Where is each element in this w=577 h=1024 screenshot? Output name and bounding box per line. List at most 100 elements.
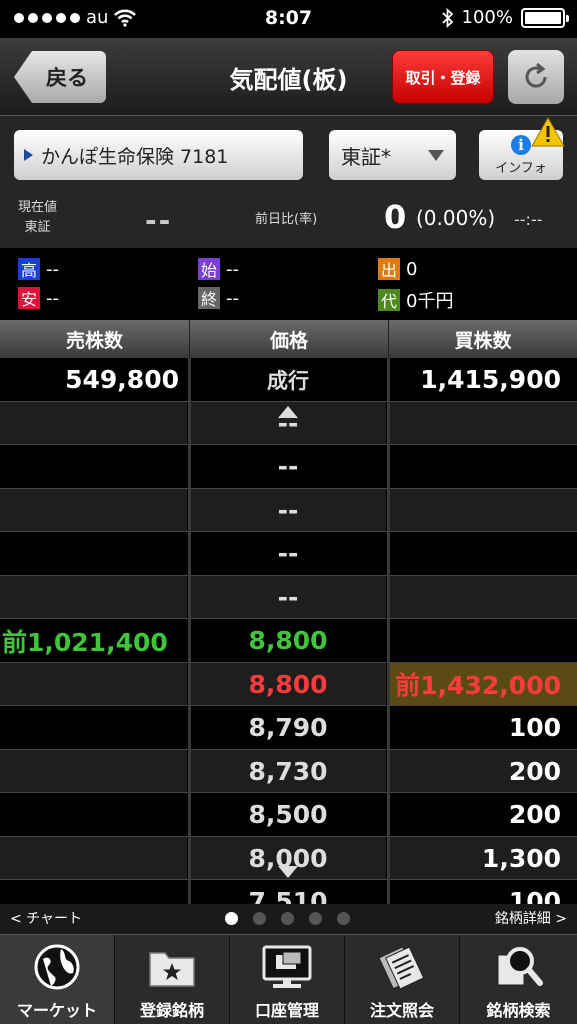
back-button[interactable]: 戻る [14, 51, 106, 103]
page-title: 気配値(板) [229, 66, 348, 94]
volume-item: 出 0 [378, 258, 417, 280]
turnover-value: 0千円 [406, 291, 454, 312]
close-value: -- [226, 287, 239, 309]
low-badge: 安 [18, 287, 40, 309]
price-cell[interactable]: -- [190, 532, 386, 575]
sell-qty-cell [0, 880, 187, 904]
stock-detail-page-link[interactable]: 銘柄詳細 > [495, 908, 567, 928]
star-folder-icon [146, 943, 198, 991]
info-icon: i [511, 134, 531, 155]
change-label: 前日比(率) [255, 212, 318, 227]
scroll-down-arrow-icon[interactable] [278, 866, 298, 878]
price-summary: 現在値 東証 -- 前日比(率) 0 (0.00%) --:-- [0, 192, 577, 248]
page-dot[interactable] [309, 912, 322, 925]
tab-account[interactable]: 口座管理 [230, 935, 345, 1024]
sell-qty-cell [0, 793, 187, 836]
price-cell[interactable]: 8,500 [190, 793, 386, 836]
table-row[interactable]: 549,800 成行 1,415,900 [0, 358, 577, 401]
price-cell[interactable]: 成行 [190, 358, 386, 401]
tab-registered-stocks[interactable]: 登録銘柄 [115, 935, 230, 1024]
page-dots[interactable] [225, 912, 350, 925]
buy-qty-cell [389, 575, 577, 619]
table-row[interactable]: -- [0, 532, 577, 575]
table-row[interactable]: -- [0, 488, 577, 532]
price-cell[interactable]: -- [190, 445, 386, 488]
sell-qty-cell [0, 445, 187, 488]
page-dot[interactable] [281, 912, 294, 925]
price-cell[interactable]: 8,730 [190, 749, 386, 793]
tab-stock-search[interactable]: 銘柄検索 [460, 935, 577, 1024]
bluetooth-icon [441, 7, 453, 28]
table-row[interactable]: 8,800 前1,432,000 [0, 662, 577, 706]
sell-qty-cell [0, 706, 187, 749]
battery-percent: 100% [461, 7, 513, 28]
open-value: -- [226, 258, 239, 280]
monitor-icon [261, 943, 313, 991]
price-cell[interactable]: 8,800 [190, 619, 386, 662]
sell-qty-cell [0, 575, 187, 619]
buy-qty-cell [389, 401, 577, 445]
table-row[interactable]: 8,500 200 [0, 793, 577, 836]
refresh-button[interactable] [508, 50, 564, 104]
globe-icon [31, 943, 83, 991]
buy-qty-header: 買株数 [454, 329, 512, 352]
tab-market[interactable]: マーケット [0, 935, 115, 1024]
chevron-down-icon [428, 150, 444, 161]
chart-page-link[interactable]: < チャート [10, 908, 82, 928]
documents-icon [376, 943, 428, 991]
change-value: 0 [384, 198, 407, 236]
price-cell[interactable]: 8,790 [190, 706, 386, 749]
buy-qty-cell: 前1,432,000 [389, 662, 577, 706]
status-bar: au 8:07 100% [0, 0, 577, 38]
volume-value: 0 [406, 258, 418, 280]
table-row[interactable]: 8,730 200 [0, 749, 577, 793]
sell-qty-header: 売株数 [65, 329, 123, 352]
warning-icon [531, 116, 565, 147]
trade-register-button[interactable]: 取引・登録 [392, 50, 494, 104]
tab-order-inquiry[interactable]: 注文照会 [345, 935, 460, 1024]
table-row[interactable]: -- [0, 575, 577, 619]
price-cell[interactable]: 8,800 [190, 662, 386, 706]
sell-qty-cell [0, 488, 187, 532]
page-dot[interactable] [225, 912, 238, 925]
table-row[interactable]: 7,510 100 [0, 880, 577, 904]
tab-stock-search-label: 銘柄検索 [486, 1001, 551, 1020]
buy-qty-cell: 100 [389, 880, 577, 904]
tab-order-inquiry-label: 注文照会 [369, 1001, 434, 1020]
table-row[interactable]: 8,790 100 [0, 706, 577, 749]
high-badge: 高 [18, 258, 40, 280]
turnover-badge: 代 [378, 289, 400, 311]
change-percent: (0.00%) [416, 206, 496, 230]
price-cell[interactable]: -- [190, 488, 386, 532]
open-badge: 始 [198, 258, 220, 280]
market-dropdown[interactable]: 東証* [329, 130, 456, 180]
tab-registered-stocks-label: 登録銘柄 [139, 1001, 204, 1020]
close-badge: 終 [198, 287, 220, 309]
stock-selector-row: かんぽ生命保険 7181 東証* i インフォ [0, 116, 577, 192]
price-cell[interactable]: 7,510 [190, 880, 386, 904]
sell-qty-cell [0, 749, 187, 793]
buy-qty-cell [389, 619, 577, 662]
table-row[interactable]: 前1,021,400 8,800 [0, 619, 577, 662]
column-divider [387, 358, 390, 904]
turnover-item: 代 0千円 [378, 287, 453, 313]
buy-qty-cell: 200 [389, 793, 577, 836]
buy-qty-cell: 1,300 [389, 836, 577, 880]
info-label: インフォ [495, 160, 547, 176]
sell-qty-cell: 前1,021,400 [0, 619, 187, 662]
table-row[interactable]: -- [0, 445, 577, 488]
scroll-up-arrow-icon[interactable] [278, 405, 298, 418]
volume-badge: 出 [378, 258, 400, 280]
buy-qty-cell [389, 488, 577, 532]
magnifier-icon [493, 943, 545, 991]
page-dot[interactable] [253, 912, 266, 925]
stock-select-button[interactable]: かんぽ生命保険 7181 [14, 130, 303, 180]
play-arrow-icon [24, 149, 33, 161]
sell-qty-cell [0, 532, 187, 575]
high-value: -- [46, 258, 59, 280]
high-item: 高 -- [18, 258, 59, 280]
price-cell[interactable]: -- [190, 575, 386, 619]
page-dot[interactable] [337, 912, 350, 925]
navigation-bar: 戻る 気配値(板) 取引・登録 [0, 38, 577, 116]
order-board[interactable]: 549,800 成行 1,415,900 -- -- -- -- -- 前1,021,400 8,… [0, 358, 577, 904]
